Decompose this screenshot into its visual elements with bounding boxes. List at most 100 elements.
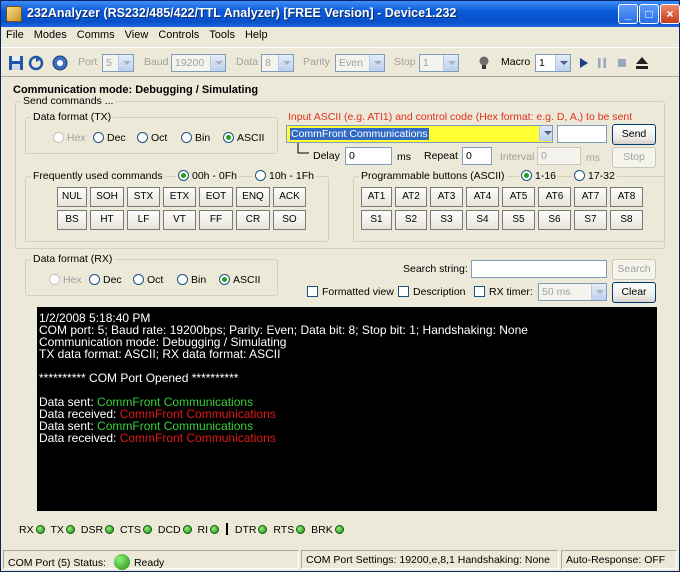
menu-modes[interactable]: Modes [29,27,72,41]
programmable-range-1-16[interactable]: 1-16 [519,170,559,182]
cmd-cr[interactable]: CR [236,210,270,230]
cmd-ack[interactable]: ACK [273,187,306,207]
send-button[interactable]: Send [612,124,656,145]
port-label: Port [78,56,98,68]
stop-icon[interactable] [613,54,631,72]
interval-label: Interval [500,151,535,163]
cmd-vt[interactable]: VT [163,210,196,230]
port-status-panel: COM Port (5) Status: Ready [3,550,299,570]
stop-value: 1 [423,57,429,69]
tx-radio-bin[interactable]: Bin [181,132,210,144]
menu-tools[interactable]: Tools [204,27,240,41]
tx-radio-dec[interactable]: Dec [93,132,126,144]
rx-radio-ascii[interactable]: ASCII [219,274,260,286]
prog-s8[interactable]: S8 [610,210,643,230]
command-dropdown[interactable] [537,126,552,142]
connect-icon[interactable] [27,54,45,72]
eject-icon[interactable] [633,54,651,72]
menu-view[interactable]: View [120,27,154,41]
prog-at1[interactable]: AT1 [361,187,392,207]
prog-s6[interactable]: S6 [538,210,571,230]
maximize-button[interactable]: □ [639,4,659,24]
interval-input[interactable]: 0 [537,147,581,165]
search-button[interactable]: Search [612,259,656,280]
title-bar[interactable]: 232Analyzer (RS232/485/422/TTL Analyzer)… [1,1,680,27]
data-select[interactable]: 8 [261,54,294,72]
menu-controls[interactable]: Controls [153,27,204,41]
chevron-down-icon [118,55,133,71]
cmd-so[interactable]: SO [273,210,306,230]
signal-rts[interactable]: RTS [273,524,306,536]
terminal-opened-line: ********** COM Port Opened ********** [39,371,239,385]
cmd-eot[interactable]: EOT [199,187,233,207]
parity-select[interactable]: Even [335,54,385,72]
frequent-range-00h[interactable]: 00h - 0Fh [176,170,239,182]
repeat-label: Repeat [424,150,458,162]
stop-button[interactable]: Stop [612,147,656,168]
signal-brk[interactable]: BRK [311,524,344,536]
close-button[interactable]: × [660,4,680,24]
prog-s5[interactable]: S5 [502,210,535,230]
cmd-ff[interactable]: FF [199,210,233,230]
tx-radio-ascii[interactable]: ASCII [223,132,264,144]
macro-select[interactable]: 1 [535,54,571,72]
play-icon[interactable] [575,54,593,72]
prog-s2[interactable]: S2 [395,210,427,230]
prog-at5[interactable]: AT5 [502,187,535,207]
clear-button[interactable]: Clear [612,282,656,303]
rx-radio-oct[interactable]: Oct [133,274,163,286]
port-select[interactable]: 5 [102,54,134,72]
command-input[interactable]: CommFront Communications [286,125,553,143]
save-icon[interactable] [7,54,25,72]
rx-timer-select[interactable]: 50 ms [538,283,607,301]
stop-select[interactable]: 1 [419,54,459,72]
prog-s3[interactable]: S3 [430,210,463,230]
lightbulb-icon[interactable] [475,54,493,72]
prog-at8[interactable]: AT8 [610,187,643,207]
rx-radio-hex[interactable]: Hex [49,274,82,286]
prog-at7[interactable]: AT7 [574,187,607,207]
search-input[interactable] [471,260,607,278]
terminal-output[interactable]: 1/2/2008 5:18:40 PM COM port: 5; Baud ra… [37,307,657,511]
tx-radio-hex[interactable]: Hex [53,132,86,144]
rx-timer-checkbox[interactable]: RX timer: [474,286,533,298]
prog-at2[interactable]: AT2 [395,187,427,207]
cmd-lf[interactable]: LF [127,210,160,230]
cmd-nul[interactable]: NUL [57,187,87,207]
minimize-button[interactable]: _ [618,4,638,24]
cmd-bs[interactable]: BS [57,210,87,230]
rx-radio-bin[interactable]: Bin [177,274,206,286]
command-extra-input[interactable] [557,125,607,143]
description-checkbox[interactable]: Description [398,286,466,298]
prog-at3[interactable]: AT3 [430,187,463,207]
cmd-enq[interactable]: ENQ [236,187,270,207]
baud-select[interactable]: 19200 [171,54,226,72]
cmd-ht[interactable]: HT [90,210,124,230]
cmd-stx[interactable]: STX [127,187,160,207]
cmd-etx[interactable]: ETX [163,187,196,207]
description-label: Description [413,286,466,298]
menu-file[interactable]: File [1,27,29,41]
formatted-view-checkbox[interactable]: Formatted view [307,286,394,298]
prog-at6[interactable]: AT6 [538,187,571,207]
menu-comms[interactable]: Comms [72,27,120,41]
prog-at4[interactable]: AT4 [466,187,499,207]
pause-icon[interactable] [593,54,611,72]
prog-s7[interactable]: S7 [574,210,607,230]
delay-unit: ms [397,151,411,163]
frequent-range-10h[interactable]: 10h - 1Fh [253,170,316,182]
disconnect-icon[interactable] [51,54,69,72]
prog-s4[interactable]: S4 [466,210,499,230]
toolbar: Port 5 Baud 19200 Data 8 Parity Even Sto… [1,47,679,77]
menu-help[interactable]: Help [240,27,273,41]
rx-radio-dec[interactable]: Dec [89,274,122,286]
programmable-range-17-32[interactable]: 17-32 [572,170,617,182]
signal-label: RTS [273,524,295,536]
prog-s1[interactable]: S1 [361,210,392,230]
cmd-soh[interactable]: SOH [90,187,124,207]
tx-radio-oct[interactable]: Oct [137,132,167,144]
repeat-input[interactable]: 0 [462,147,492,165]
chevron-down-icon [210,55,225,71]
signal-dtr[interactable]: DTR [235,524,268,536]
delay-input[interactable]: 0 [345,147,392,165]
